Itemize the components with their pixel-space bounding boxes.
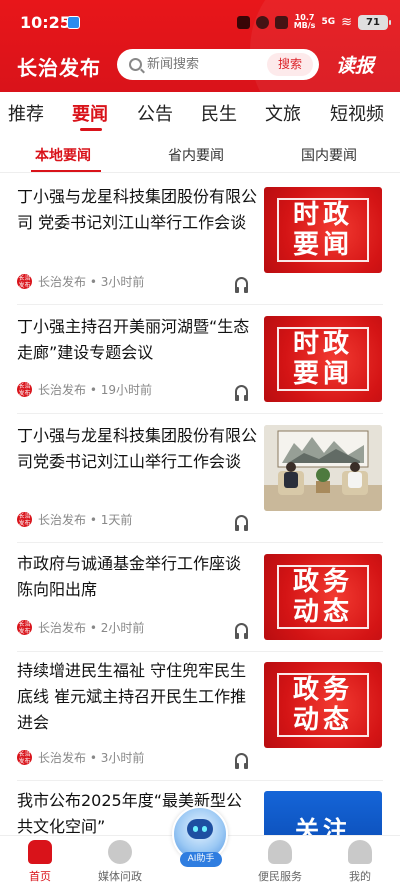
status-icons: 10.7 MB/s 5G ≋ 71 [236, 13, 391, 30]
battery-icon: 71 [358, 14, 391, 30]
search-icon [129, 58, 142, 71]
news-source: 长治发布 [38, 275, 87, 289]
divider [17, 413, 383, 414]
mute-icon [274, 15, 288, 29]
tab-culture-tourism[interactable]: 文旅 [265, 100, 301, 126]
notification-icon [67, 16, 80, 29]
robot-icon [187, 819, 213, 839]
heart-hand-icon [268, 840, 292, 864]
news-source: 长治发布 [38, 751, 87, 765]
nav-label: 便民服务 [258, 870, 302, 883]
signal-label: 5G [321, 17, 336, 27]
news-title[interactable]: 丁小强与龙星科技集团股份有限公司党委书记刘江山举行工作会谈 [17, 423, 257, 475]
news-meta: 长治 发布 长治发布 • 1天前 [17, 512, 133, 527]
active-tab-indicator [80, 128, 102, 131]
tab-recommend[interactable]: 推荐 [8, 100, 44, 126]
source-logo: 长治 发布 [17, 750, 32, 765]
nav-label: 媒体问政 [98, 870, 142, 883]
nav-services[interactable]: 便民服务 [240, 840, 320, 884]
news-meta: 长治 发布 长治发布 • 19小时前 [17, 382, 153, 397]
channel-tabs: 推荐 要闻 公告 民生 文旅 短视频 [0, 92, 400, 132]
headphone-icon[interactable] [235, 277, 248, 293]
subtab-national[interactable]: 国内要闻 [301, 145, 357, 165]
news-title[interactable]: 市政府与诚通基金举行工作座谈 陈向阳出席 [17, 551, 257, 603]
news-meta: 长治 发布 长治发布 • 3小时前 [17, 274, 145, 289]
divider [17, 780, 383, 781]
nav-label: 首页 [29, 870, 51, 883]
tab-headlines[interactable]: 要闻 [72, 100, 108, 126]
active-subtab-indicator [31, 170, 101, 172]
news-thumbnail[interactable]: 时政 要闻 [264, 187, 382, 273]
news-source: 长治发布 [38, 621, 87, 635]
news-source: 长治发布 [38, 383, 87, 397]
nav-label: 我的 [349, 870, 371, 883]
news-meta: 长治 发布 长治发布 • 3小时前 [17, 750, 145, 765]
app-header: 10:25 10.7 MB/s 5G ≋ 71 长治发布 搜索 读报 [0, 0, 400, 92]
source-logo: 长治 发布 [17, 512, 32, 527]
news-title[interactable]: 丁小强主持召开美丽河湖暨“生态走廊”建设专题会议 [17, 314, 257, 366]
news-photo-thumbnail[interactable] [264, 425, 382, 511]
news-time: 19小时前 [100, 383, 153, 397]
headphone-icon[interactable] [235, 385, 248, 401]
status-bar: 10:25 10.7 MB/s 5G ≋ 71 [0, 0, 400, 44]
alarm-icon [236, 15, 250, 29]
source-logo: 长治 发布 [17, 274, 32, 289]
news-thumbnail[interactable]: 政务 动态 [264, 662, 382, 748]
status-time: 10:25 [20, 13, 71, 32]
read-newspaper-button[interactable]: 读报 [336, 51, 374, 78]
meeting-photo [264, 425, 382, 511]
search-input[interactable] [147, 57, 257, 72]
subtab-province[interactable]: 省内要闻 [168, 145, 224, 165]
nav-media-inquiry[interactable]: 媒体问政 [80, 840, 160, 884]
sub-tabs: 本地要闻 省内要闻 国内要闻 [0, 137, 400, 173]
news-thumbnail[interactable]: 政务 动态 [264, 554, 382, 640]
headphone-icon[interactable] [235, 753, 248, 769]
news-title[interactable]: 持续增进民生福祉 守住兜牢民生底线 崔元斌主持召开民生工作推进会 [17, 658, 257, 736]
tab-short-video[interactable]: 短视频 [330, 100, 384, 126]
ai-assistant-label[interactable]: AI助手 [180, 852, 222, 867]
planet-icon [108, 840, 132, 864]
location-icon [255, 15, 269, 29]
news-meta: 长治 发布 长治发布 • 2小时前 [17, 620, 145, 635]
news-time: 3小时前 [100, 751, 145, 765]
tab-livelihood[interactable]: 民生 [201, 100, 237, 126]
brand-title: 长治发布 [17, 56, 101, 80]
news-title[interactable]: 丁小强与龙星科技集团股份有限公司 党委书记刘江山举行工作会谈 [17, 184, 257, 236]
news-thumbnail[interactable]: 关注 [264, 791, 382, 835]
source-logo: 长治 发布 [17, 620, 32, 635]
news-time: 2小时前 [100, 621, 145, 635]
home-icon [28, 840, 52, 864]
divider [17, 542, 383, 543]
headphone-icon[interactable] [235, 515, 248, 531]
tab-notice[interactable]: 公告 [137, 100, 173, 126]
user-icon [348, 840, 372, 864]
headphone-icon[interactable] [235, 623, 248, 639]
nav-home[interactable]: 首页 [0, 840, 80, 884]
divider [17, 304, 383, 305]
news-time: 1天前 [100, 513, 133, 527]
wifi-icon: ≋ [341, 14, 352, 30]
search-button[interactable]: 搜索 [267, 53, 313, 76]
net-speed: 10.7 MB/s [293, 13, 316, 30]
news-thumbnail[interactable]: 时政 要闻 [264, 316, 382, 402]
divider [17, 651, 383, 652]
news-source: 长治发布 [38, 513, 87, 527]
subtab-local[interactable]: 本地要闻 [35, 145, 91, 165]
news-time: 3小时前 [100, 275, 145, 289]
source-logo: 长治 发布 [17, 382, 32, 397]
nav-profile[interactable]: 我的 [320, 840, 400, 884]
search-bar[interactable]: 搜索 [117, 49, 319, 80]
